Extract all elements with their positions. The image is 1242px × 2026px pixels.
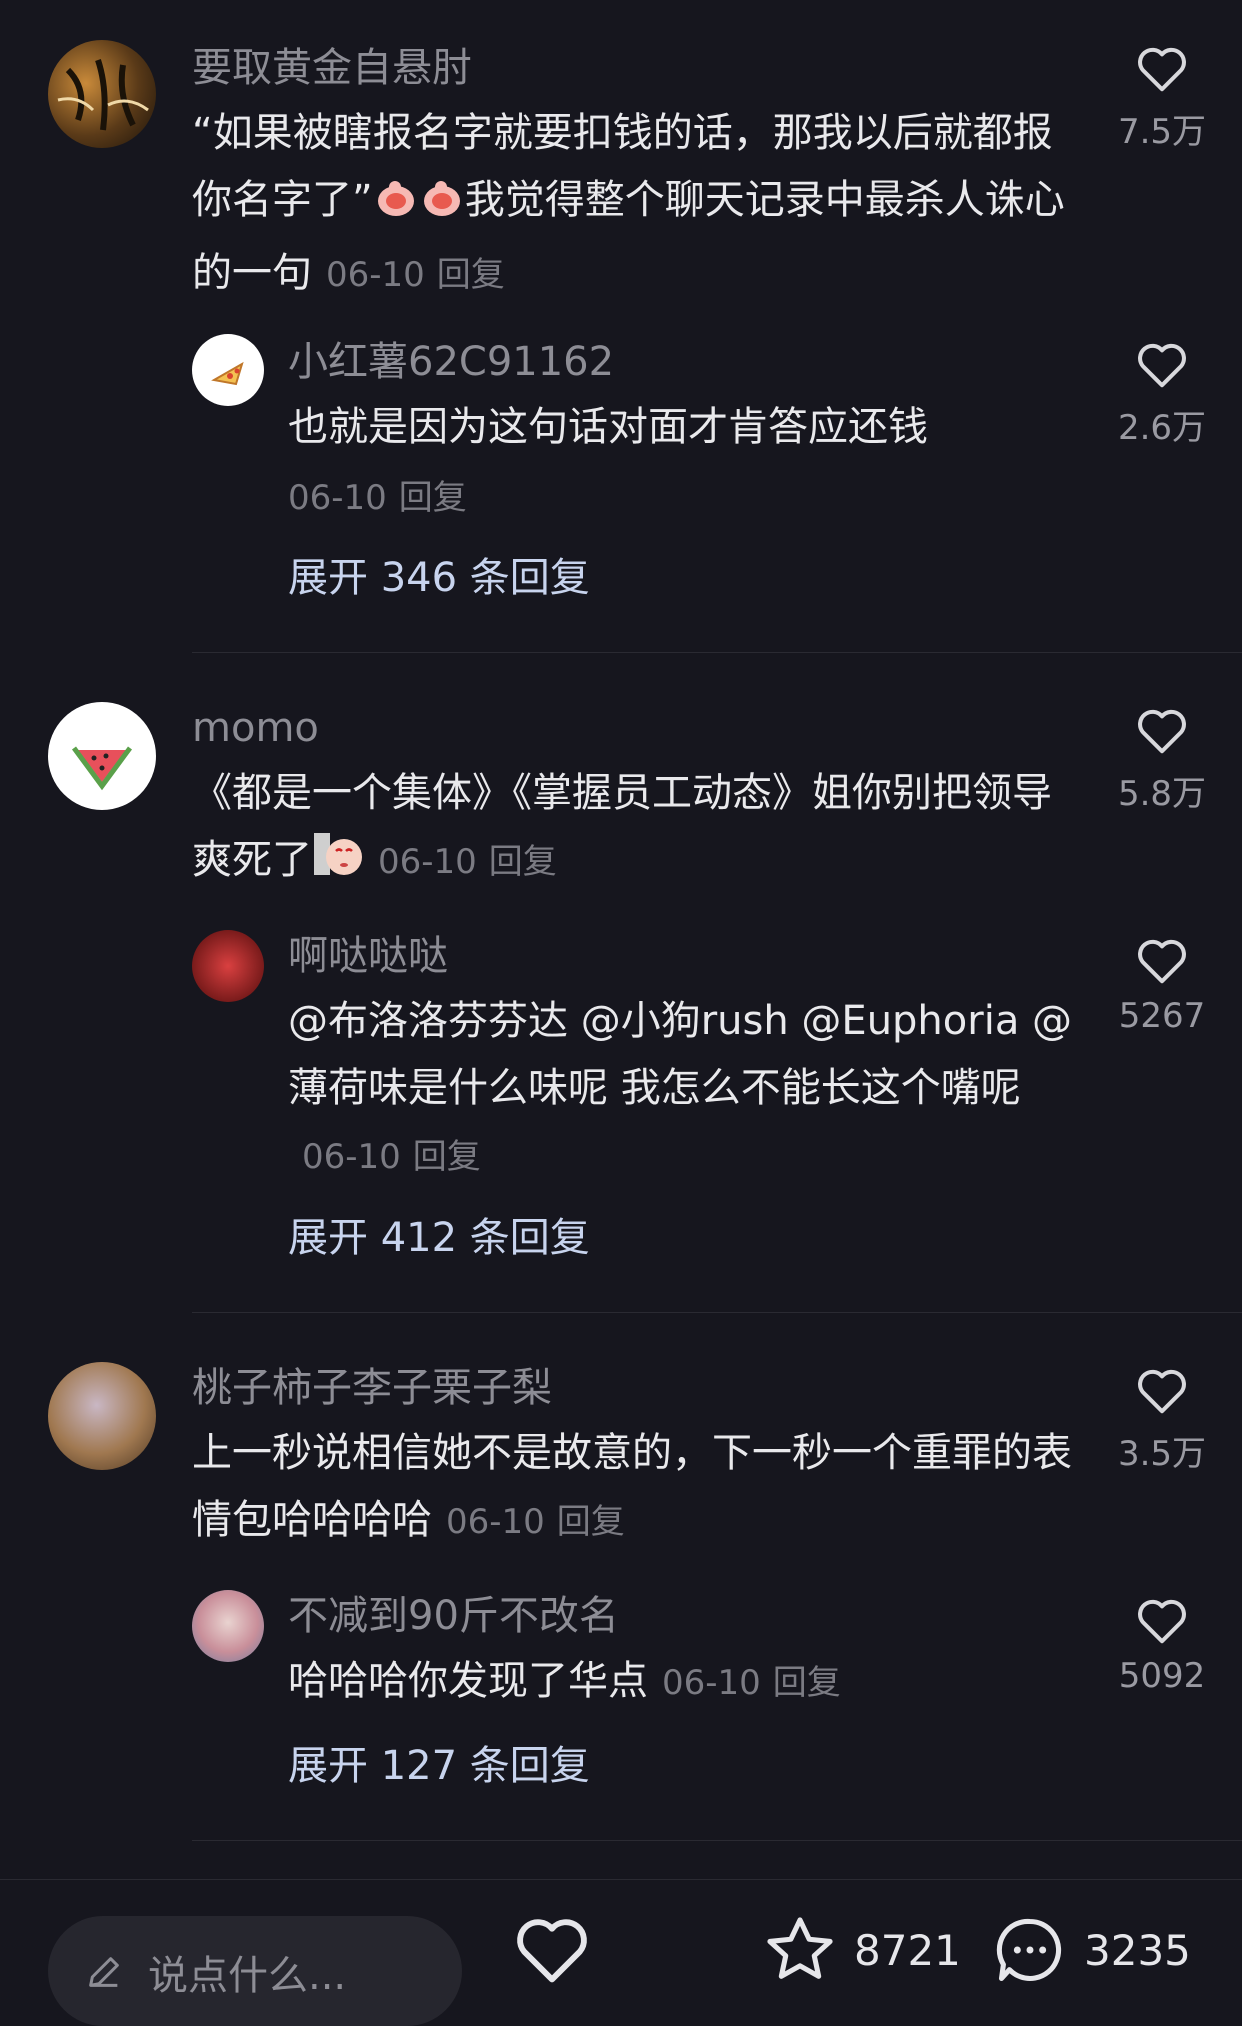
thumbs-up-emoji-icon: [373, 173, 419, 240]
reply-text-content: 也就是因为这句话对面才肯答应还钱: [288, 404, 928, 450]
reply-button[interactable]: 回复: [413, 1137, 481, 1177]
comment-text: 上一秒说相信她不是故意的，下一秒一个重罪的表情包哈哈哈哈 06-10 回复: [192, 1420, 1082, 1556]
reply-text: 哈哈哈你发现了华点 06-10 回复: [288, 1648, 1088, 1717]
thumbs-up-emoji-icon: [419, 173, 465, 240]
comment-input[interactable]: 说点什么...: [48, 1916, 462, 2026]
comment-meta: 06-10 回复: [326, 255, 517, 295]
expand-replies-link[interactable]: 展开 346 条回复: [288, 554, 590, 602]
like-count: 5092: [1118, 1656, 1206, 1696]
like-button[interactable]: 3.5万: [1112, 1366, 1212, 1475]
comment-date: 06-10: [378, 842, 477, 882]
comment-count: 3235: [1084, 1925, 1191, 1975]
expand-replies-link[interactable]: 展开 127 条回复: [288, 1742, 590, 1790]
star-outline-icon: [767, 1917, 833, 1979]
heart-outline-icon: [517, 1919, 587, 1983]
reply-date: 06-10: [288, 478, 387, 518]
watermelon-avatar-icon: [71, 746, 133, 791]
tiger-avatar-icon: [57, 59, 149, 131]
reply-button[interactable]: 回复: [399, 478, 467, 518]
pizza-avatar-icon: [211, 361, 244, 386]
reply-meta: 06-10 回复: [288, 474, 479, 522]
avatar[interactable]: [48, 702, 156, 810]
like-count: 5.8万: [1117, 774, 1207, 814]
heart-outline-icon: [1138, 1369, 1186, 1414]
comment-input-placeholder: 说点什么...: [148, 1953, 347, 1999]
comment-text: 《都是一个集体》《掌握员工动态》姐你别把领导爽死了 06-10 回复: [192, 760, 1082, 900]
comment-date: 06-10: [446, 1502, 545, 1542]
like-post-button[interactable]: [510, 1910, 594, 1990]
reply-username[interactable]: 小红薯62C91162: [288, 338, 614, 386]
heart-outline-icon: [1138, 343, 1186, 388]
pencil-icon: [89, 1957, 119, 1987]
expand-replies-link[interactable]: 展开 412 条回复: [288, 1214, 590, 1262]
reply-text: @布洛洛芬芬达 @小狗rush @Euphoria @薄荷味是什么味呢 我怎么不…: [288, 988, 1088, 1191]
sticker-emoji-icon: [312, 827, 364, 900]
like-button[interactable]: 7.5万: [1112, 44, 1212, 153]
like-button[interactable]: 5092: [1112, 1596, 1212, 1696]
divider: [192, 1840, 1242, 1841]
reply-date: 06-10: [302, 1137, 401, 1177]
avatar[interactable]: [48, 40, 156, 148]
reply-text-content: @布洛洛芬芬达 @小狗rush @Euphoria @薄荷味是什么味呢 我怎么不…: [288, 998, 1073, 1111]
like-button[interactable]: 5.8万: [1112, 706, 1212, 815]
heart-outline-icon: [1138, 1599, 1186, 1644]
like-button[interactable]: 2.6万: [1112, 340, 1212, 449]
like-count: 3.5万: [1117, 1434, 1207, 1474]
reply-date: 06-10: [662, 1663, 761, 1703]
heart-outline-icon: [1138, 709, 1186, 754]
favorite-count: 8721: [854, 1925, 961, 1975]
divider: [192, 652, 1242, 653]
divider: [192, 1312, 1242, 1313]
reply-meta: 06-10 回复: [662, 1663, 853, 1703]
comment-username[interactable]: 桃子柿子李子栗子梨: [192, 1364, 552, 1412]
comment-date: 06-10: [326, 255, 425, 295]
reply-username[interactable]: 啊哒哒哒: [288, 932, 448, 980]
reply-text-content: 哈哈哈你发现了华点: [288, 1658, 648, 1704]
avatar[interactable]: [192, 334, 264, 406]
reply-button[interactable]: 回复: [437, 255, 505, 295]
reply-text: 也就是因为这句话对面才肯答应还钱: [288, 394, 1088, 461]
like-count: 7.5万: [1117, 112, 1207, 152]
chat-bubble-icon: [996, 1918, 1062, 1982]
avatar[interactable]: [192, 930, 264, 1002]
reply-meta: 06-10 回复: [302, 1137, 493, 1177]
comment-text: “如果被瞎报名字就要扣钱的话，那我以后就都报你名字了” 我觉得整个聊天记录中最杀人…: [192, 100, 1082, 309]
avatar[interactable]: [192, 1590, 264, 1662]
comment-username[interactable]: 要取黄金自悬肘: [192, 44, 472, 92]
comment-username[interactable]: momo: [192, 704, 319, 752]
like-button[interactable]: 5267: [1112, 936, 1212, 1036]
heart-outline-icon: [1138, 939, 1186, 984]
bottom-action-bar: 说点什么... 8721 3235: [0, 1879, 1242, 2026]
heart-outline-icon: [1138, 47, 1186, 92]
comment-meta: 06-10 回复: [378, 842, 569, 882]
reply-button[interactable]: 回复: [773, 1663, 841, 1703]
comment-meta: 06-10 回复: [446, 1502, 637, 1542]
reply-button[interactable]: 回复: [557, 1502, 625, 1542]
avatar[interactable]: [48, 1362, 156, 1470]
favorite-button[interactable]: 8721: [760, 1910, 961, 1990]
reply-username[interactable]: 不减到90斤不改名: [288, 1592, 619, 1640]
comment-button[interactable]: 3235: [990, 1910, 1191, 1990]
like-count: 2.6万: [1117, 408, 1207, 448]
like-count: 5267: [1118, 996, 1206, 1036]
reply-button[interactable]: 回复: [489, 842, 557, 882]
